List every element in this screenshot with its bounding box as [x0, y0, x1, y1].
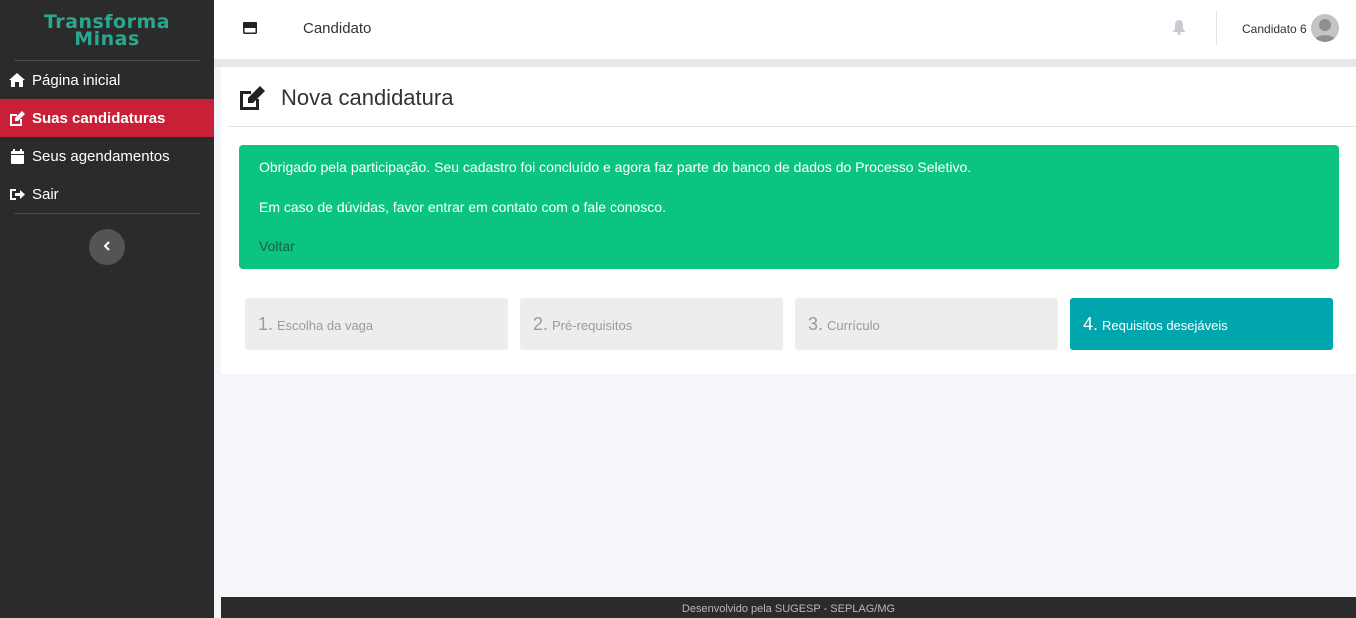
step-escolha-da-vaga[interactable]: 1. Escolha da vaga — [245, 298, 508, 350]
step-curriculo[interactable]: 3. Currículo — [795, 298, 1058, 350]
step-requisitos-desejaveis[interactable]: 4. Requisitos desejáveis — [1070, 298, 1333, 350]
header-separator — [1216, 10, 1217, 46]
step-pre-requisitos[interactable]: 2. Pré-requisitos — [520, 298, 783, 350]
sidebar-item-label: Seus agendamentos — [32, 147, 170, 165]
sidebar-divider — [14, 213, 200, 214]
alert-contact-message: Em caso de dúvidas, favor entrar em cont… — [259, 199, 666, 215]
header-shadow-strip — [214, 60, 1356, 67]
sidebar-item-label: Sair — [32, 185, 59, 203]
logo-line2: Minas — [74, 28, 140, 50]
calendar-icon — [9, 148, 25, 164]
card-header: Nova candidatura — [228, 67, 1356, 127]
home-icon — [9, 72, 25, 88]
step-number: 3. — [808, 313, 824, 334]
step-number: 2. — [533, 313, 549, 334]
step-label: Escolha da vaga — [277, 318, 374, 333]
logo[interactable]: Transforma Minas — [0, 0, 214, 60]
main-card: Nova candidatura Obrigado pela participa… — [221, 67, 1356, 374]
footer: Desenvolvido pela SUGESP - SEPLAG/MG — [221, 597, 1356, 618]
back-link[interactable]: Voltar — [259, 238, 295, 254]
chevron-left-icon — [103, 238, 111, 256]
sidebar-item-pagina-inicial[interactable]: Página inicial — [0, 61, 214, 99]
step-label: Currículo — [827, 318, 880, 333]
footer-text: Desenvolvido pela SUGESP - SEPLAG/MG — [681, 603, 896, 615]
sidebar: Transforma Minas Página inicial Suas can… — [0, 0, 214, 618]
sidebar-item-label: Suas candidaturas — [32, 109, 166, 127]
sidebar-item-sair[interactable]: Sair — [0, 175, 214, 213]
page-title: Nova candidatura — [281, 85, 454, 110]
header-title: Candidato — [303, 20, 372, 37]
sign-out-icon — [9, 186, 25, 202]
sidebar-item-seus-agendamentos[interactable]: Seus agendamentos — [0, 137, 214, 175]
edit-icon — [239, 86, 265, 110]
steps-wizard: 1. Escolha da vaga 2. Pré-requisitos 3. … — [245, 298, 1333, 350]
step-number: 4. — [1083, 313, 1099, 334]
step-label: Pré-requisitos — [552, 318, 633, 333]
collapse-sidebar-button[interactable] — [89, 229, 125, 265]
edit-icon — [9, 110, 25, 126]
alert-message: Obrigado pela participação. Seu cadastro… — [259, 159, 972, 175]
step-label: Requisitos desejáveis — [1102, 318, 1228, 333]
bell-icon[interactable] — [1172, 19, 1188, 37]
avatar[interactable] — [1311, 14, 1339, 42]
user-name[interactable]: Candidato 6 — [1242, 22, 1307, 36]
success-alert: Obrigado pela participação. Seu cadastro… — [239, 145, 1339, 269]
top-header: Candidato Candidato 6 — [214, 0, 1356, 60]
step-number: 1. — [258, 313, 274, 334]
window-icon[interactable] — [243, 21, 259, 37]
sidebar-item-suas-candidaturas[interactable]: Suas candidaturas — [0, 99, 214, 137]
sidebar-item-label: Página inicial — [32, 71, 121, 89]
